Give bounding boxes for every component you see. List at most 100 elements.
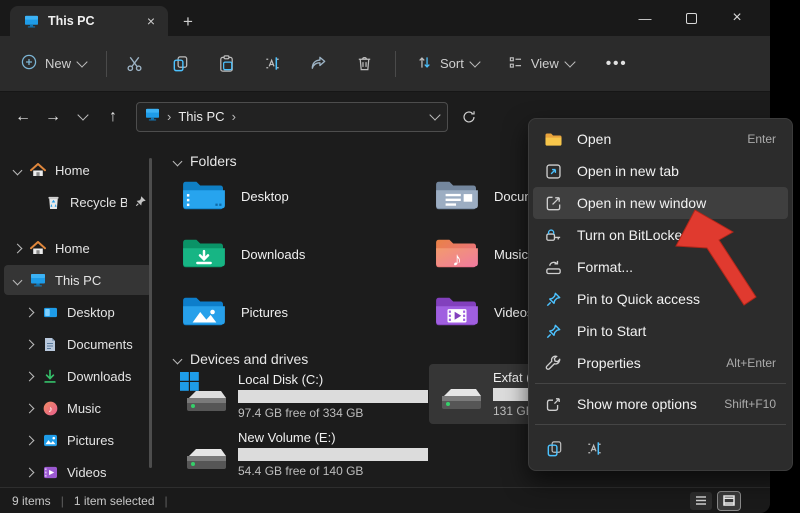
sort-button[interactable]: Sort (406, 48, 489, 80)
svg-text:♪: ♪ (452, 249, 462, 270)
navigation-pane: Home Recycle Bin Home (0, 140, 156, 487)
svg-text:♪: ♪ (48, 403, 52, 413)
chevron-down-icon[interactable] (12, 165, 23, 175)
sidebar-item-this-pc[interactable]: This PC (4, 265, 152, 295)
chevron-down-icon (172, 354, 183, 364)
chevron-down-icon (564, 55, 576, 68)
up-button[interactable]: ↑ (98, 102, 128, 132)
menu-separator (535, 424, 786, 425)
back-button[interactable]: ← (8, 102, 38, 132)
monitor-icon (29, 272, 47, 288)
sidebar-item-pictures[interactable]: Pictures (4, 425, 152, 455)
see-more-button[interactable]: ••• (600, 47, 634, 81)
copy-button[interactable] (163, 47, 197, 81)
delete-button[interactable] (347, 47, 381, 81)
documents-folder-icon (436, 181, 478, 210)
maximize-button[interactable] (668, 0, 714, 36)
chevron-down-icon (469, 55, 481, 68)
tab-title: This PC (48, 14, 95, 28)
monitor-icon (22, 13, 40, 29)
monitor-icon (145, 108, 160, 126)
chevron-right-icon[interactable] (12, 243, 23, 253)
chevron-right-icon[interactable] (24, 307, 35, 317)
menu-item-show-more-options[interactable]: Show more options Shift+F10 (533, 388, 788, 420)
breadcrumb[interactable]: This PC (178, 109, 224, 124)
rename-button[interactable] (255, 47, 289, 81)
cut-button[interactable] (117, 47, 151, 81)
refresh-button[interactable] (454, 102, 484, 132)
pin-icon (543, 289, 563, 309)
menu-item-properties[interactable]: Properties Alt+Enter (533, 347, 788, 379)
show-more-icon (543, 394, 563, 414)
sidebar-item-downloads[interactable]: Downloads (4, 361, 152, 391)
home-icon (29, 162, 47, 178)
address-bar[interactable]: › This PC › (136, 101, 448, 132)
menu-item-turn-on-bitlocker[interactable]: Turn on BitLocker (533, 219, 788, 251)
folder-tile-downloads[interactable]: Downloads (181, 235, 305, 273)
format-drive-icon (543, 257, 563, 277)
paste-button[interactable] (209, 47, 243, 81)
chevron-right-icon[interactable] (24, 403, 35, 413)
disk-usage-bar (238, 448, 428, 461)
chevron-right-icon[interactable] (24, 371, 35, 381)
local-disk-icon (180, 372, 228, 416)
folder-tile-music[interactable]: ♪ Music (434, 235, 528, 273)
sidebar-item-home[interactable]: Home (4, 155, 152, 185)
music-icon: ♪ (41, 400, 59, 416)
drive-tile-c[interactable]: Local Disk (C:) 97.4 GB free of 334 GB (174, 366, 434, 426)
tab-this-pc[interactable]: This PC × (10, 6, 168, 36)
forward-button[interactable]: → (38, 102, 68, 132)
chevron-right-icon[interactable] (24, 467, 35, 477)
toolbar-divider (106, 50, 108, 77)
menu-icon-row (533, 429, 788, 464)
chevron-down-icon[interactable] (12, 275, 23, 285)
drives-section-header[interactable]: Devices and drives (172, 351, 309, 367)
folders-section-header[interactable]: Folders (172, 153, 237, 169)
drive-icon (180, 430, 228, 474)
minimize-button[interactable]: — (622, 0, 668, 36)
menu-item-pin-to-quick-access[interactable]: Pin to Quick access (533, 283, 788, 315)
sidebar-item-videos[interactable]: Videos (4, 457, 152, 487)
sort-button-label: Sort (440, 56, 464, 71)
title-bar: This PC × + — × (0, 0, 770, 36)
download-icon (41, 368, 59, 384)
large-icons-view-button[interactable] (717, 490, 741, 511)
copy-button[interactable] (539, 434, 569, 462)
folder-tile-pictures[interactable]: Pictures (181, 293, 288, 331)
context-menu: Open Enter Open in new tab Open in new w… (528, 118, 793, 471)
menu-item-open[interactable]: Open Enter (533, 123, 788, 155)
new-button[interactable]: New (10, 47, 96, 80)
status-separator: | (164, 493, 168, 508)
chevron-down-icon (76, 55, 88, 68)
sidebar-item-music[interactable]: ♪ Music (4, 393, 152, 423)
chevron-right-icon[interactable] (24, 435, 35, 445)
sidebar-item-home-2[interactable]: Home (4, 233, 152, 263)
drives-header-label: Devices and drives (190, 351, 309, 367)
tab-close-icon[interactable]: × (142, 12, 160, 30)
sidebar-item-desktop[interactable]: Desktop (4, 297, 152, 327)
close-button[interactable]: × (714, 0, 760, 36)
view-button-label: View (530, 56, 559, 71)
sidebar-item-recycle-bin[interactable]: Recycle Bin (4, 187, 152, 217)
drive-tile-e[interactable]: New Volume (E:) 54.4 GB free of 140 GB (174, 424, 434, 484)
sidebar-item-documents[interactable]: Documents (4, 329, 152, 359)
chevron-right-icon[interactable] (24, 339, 35, 349)
wrench-icon (543, 353, 563, 373)
folder-tile-desktop[interactable]: Desktop (181, 177, 289, 215)
menu-item-pin-to-start[interactable]: Pin to Start (533, 315, 788, 347)
new-tab-button[interactable]: + (176, 10, 200, 34)
open-new-tab-icon (543, 161, 563, 181)
menu-item-open-in-new-window[interactable]: Open in new window (533, 187, 788, 219)
menu-item-format[interactable]: Format... (533, 251, 788, 283)
address-dropdown-icon[interactable] (429, 108, 441, 121)
folder-tile-videos[interactable]: Videos (434, 293, 534, 331)
details-view-button[interactable] (690, 491, 712, 510)
share-button[interactable] (301, 47, 335, 81)
recent-locations-button[interactable] (68, 102, 98, 132)
menu-item-open-in-new-tab[interactable]: Open in new tab (533, 155, 788, 187)
folders-header-label: Folders (190, 153, 237, 169)
pictures-icon (41, 432, 59, 448)
rename-button[interactable] (579, 434, 609, 462)
sidebar-scrollbar[interactable] (149, 158, 152, 468)
view-button[interactable]: View (497, 48, 584, 80)
